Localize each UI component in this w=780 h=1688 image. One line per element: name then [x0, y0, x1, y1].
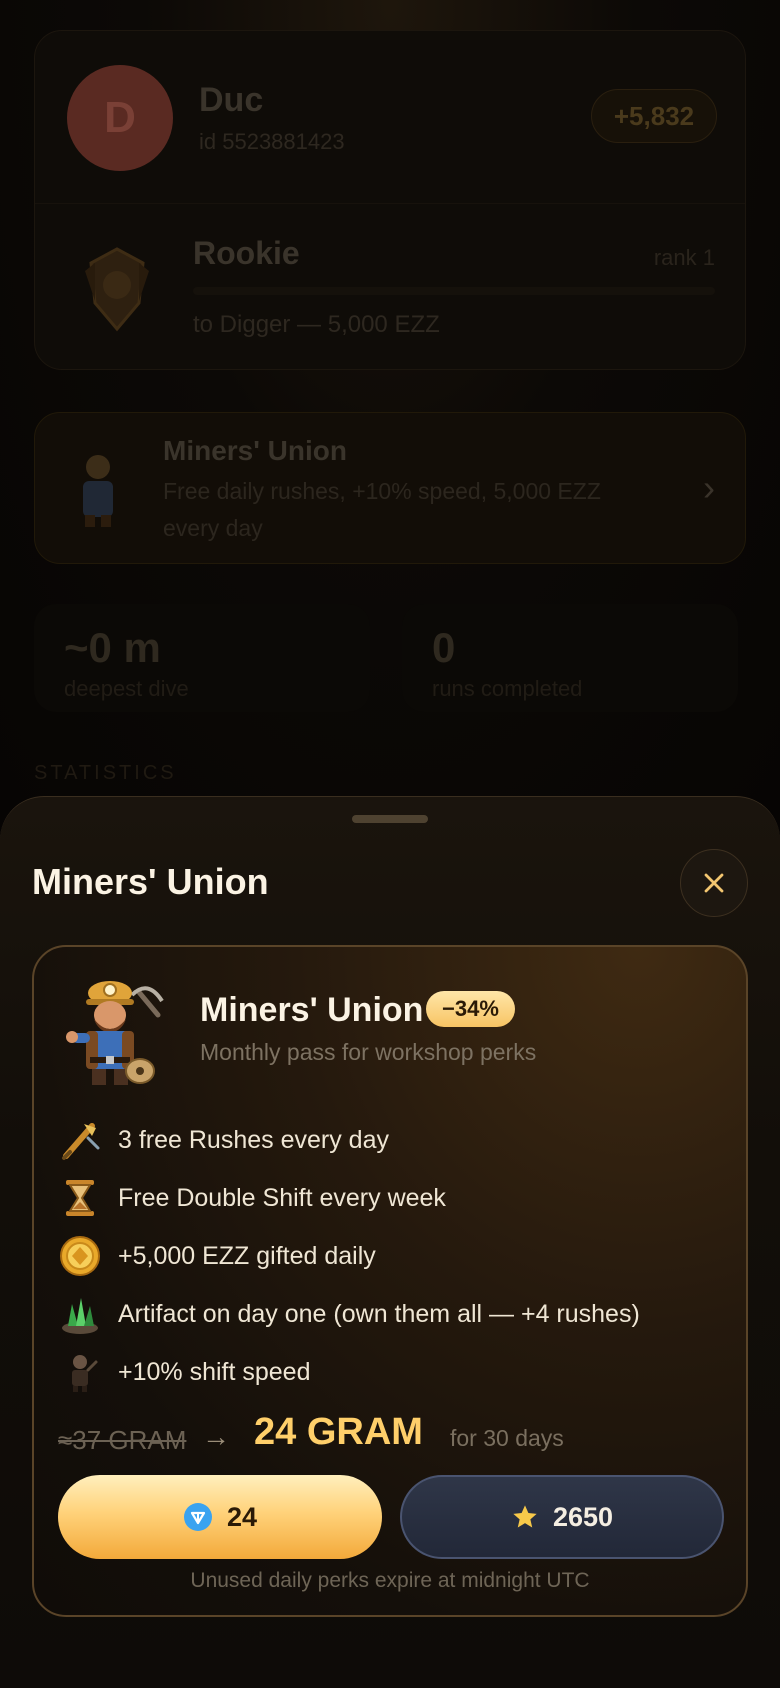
miner-icon: [83, 455, 113, 527]
avatar: D: [67, 65, 173, 171]
price-row: ≈37 GRAM → 24 GRAM for 30 days: [58, 1411, 728, 1463]
offer-title: Miners' Union: [200, 991, 424, 1029]
profile-name: Duc: [199, 81, 264, 119]
perk-label: +5,000 EZZ gifted daily: [118, 1241, 376, 1270]
arrow-right-icon: →: [202, 1421, 230, 1452]
miners-union-card: Miners' Union Free daily rushes, +10% sp…: [34, 412, 746, 564]
rank-progress-bar: [193, 287, 715, 295]
ton-icon: [183, 1503, 212, 1531]
price-period: for 30 days: [450, 1425, 564, 1451]
stat-label: runs completed: [432, 676, 583, 701]
old-price: ≈37 GRAM: [58, 1425, 187, 1455]
stat-card-depth: ~0 m deepest dive: [34, 604, 370, 712]
sheet-title: Miners' Union: [32, 861, 269, 902]
ton-price: 24: [226, 1501, 258, 1532]
perk-item: +10% shift speed: [58, 1343, 728, 1401]
gold-coin-icon: [60, 1236, 100, 1276]
profile-card: D Duc id 5523881423 +5,832 Rookie rank 1…: [34, 30, 746, 370]
profile-screen-background: D Duc id 5523881423 +5,832 Rookie rank 1…: [0, 0, 780, 800]
rank-level: rank 1: [653, 245, 715, 270]
pickaxe-drill-icon: [62, 1123, 100, 1160]
offer-subtitle: Monthly pass for workshop perks: [200, 1039, 537, 1065]
perk-item: Artifact on day one (own them all — +4 r…: [58, 1285, 728, 1343]
pay-stars-button[interactable]: 2650: [400, 1475, 724, 1559]
miners-union-sheet: Miners' Union Miners' Union −34% Monthly…: [0, 796, 780, 1688]
rank-name: Rookie: [193, 235, 300, 271]
hourglass-icon: [66, 1180, 94, 1216]
close-icon: [704, 873, 724, 893]
close-button[interactable]: [680, 849, 748, 917]
balance-chip: +5,832: [591, 89, 717, 143]
pay-ton-button[interactable]: 24: [58, 1475, 382, 1559]
stat-card-runs: 0 runs completed: [402, 604, 738, 712]
perk-label: 3 free Rushes every day: [118, 1125, 389, 1154]
offer-card: Miners' Union −34% Monthly pass for work…: [32, 945, 748, 1617]
perk-label: Free Double Shift every week: [118, 1183, 446, 1212]
green-crystal-icon: [62, 1298, 98, 1334]
perk-item: +5,000 EZZ gifted daily: [58, 1227, 728, 1285]
star-icon: [513, 1505, 537, 1528]
rank-next: to Digger — 5,000 EZZ: [193, 311, 440, 338]
profile-divider: [35, 203, 745, 204]
union-card-title: Miners' Union: [163, 435, 347, 466]
perk-item: Free Double Shift every week: [58, 1169, 728, 1227]
union-card-description: Free daily rushes, +10% speed, 5,000 EZZ…: [163, 478, 601, 541]
perk-label: +10% shift speed: [118, 1357, 311, 1386]
stat-label: deepest dive: [64, 676, 189, 701]
perk-label: Artifact on day one (own them all — +4 r…: [118, 1299, 640, 1328]
perk-list: 3 free Rushes every day Free Double Shif…: [58, 1111, 728, 1401]
sheet-grabber[interactable]: [352, 815, 428, 823]
rank-emblem-icon: [85, 247, 149, 332]
stat-value: ~0 m: [64, 624, 161, 671]
new-price: 24 GRAM: [254, 1411, 423, 1453]
miner-icon: [66, 981, 164, 1085]
stars-price: 2650: [552, 1501, 614, 1532]
section-label: STATISTICS: [34, 762, 177, 784]
profile-id: id 5523881423: [199, 129, 345, 154]
miner-figure-icon: [72, 1355, 98, 1392]
footnote: Unused daily perks expire at midnight UT…: [190, 1569, 590, 1592]
discount-badge: −34%: [426, 991, 515, 1027]
chevron-right-icon: ›: [703, 467, 715, 508]
stat-value: 0: [432, 624, 456, 671]
perk-item: 3 free Rushes every day: [58, 1111, 728, 1169]
